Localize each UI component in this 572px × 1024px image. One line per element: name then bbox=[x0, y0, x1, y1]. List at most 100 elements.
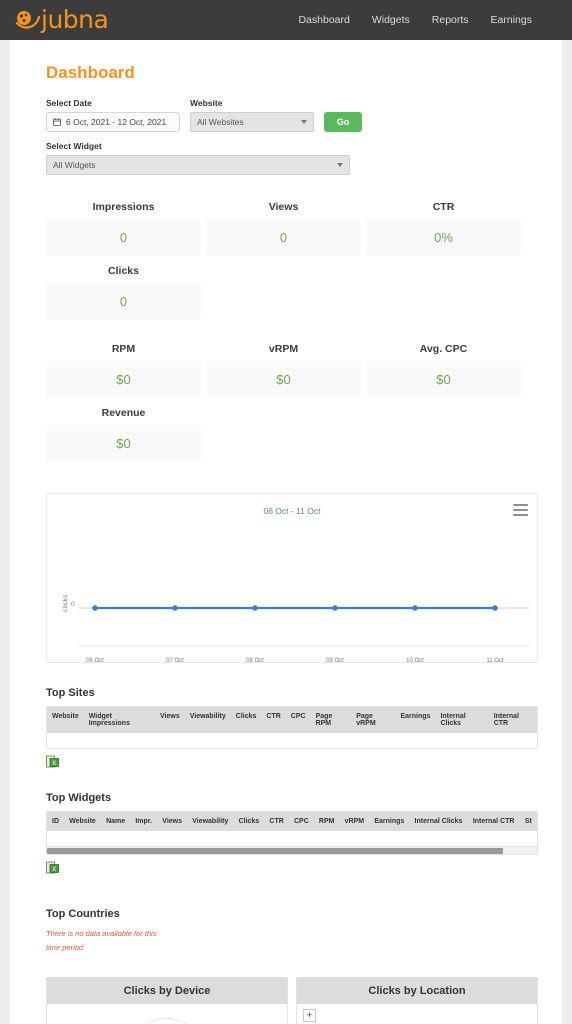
stat-value: $0 bbox=[46, 361, 201, 398]
website-select-value: All Websites bbox=[197, 117, 244, 127]
column-header[interactable]: Name bbox=[101, 812, 131, 831]
column-header[interactable]: Viewability bbox=[187, 812, 234, 831]
widget-select-value: All Widgets bbox=[53, 160, 96, 170]
column-header[interactable]: St bbox=[519, 812, 537, 831]
column-header[interactable]: CTR bbox=[264, 812, 289, 831]
table-row bbox=[47, 733, 537, 748]
stat-clicks: Clicks 0 bbox=[46, 265, 201, 329]
column-header[interactable]: Earnings bbox=[369, 812, 410, 831]
excel-export-icon[interactable]: X bbox=[46, 861, 59, 874]
stat-value: 0 bbox=[46, 283, 201, 320]
top-widgets-table: ID Website Name Impr. Views Viewability Clicks… bbox=[47, 812, 537, 846]
chart-x-tick: 06 Oct bbox=[86, 658, 104, 664]
column-header[interactable]: Impr. bbox=[130, 812, 158, 831]
top-countries-title: Top Countries bbox=[46, 908, 120, 920]
logo-text: jubna bbox=[41, 5, 109, 34]
scrollbar-thumb[interactable] bbox=[47, 848, 503, 854]
column-header[interactable]: Internal CTR bbox=[488, 707, 537, 733]
stat-value: 0% bbox=[366, 219, 521, 256]
stat-ctr: CTR 0% bbox=[366, 201, 521, 265]
logo[interactable]: jubna bbox=[14, 0, 109, 40]
chart-x-tick: 10 Oct bbox=[406, 658, 424, 664]
chart-x-tick: 09 Oct bbox=[326, 658, 344, 664]
column-header[interactable]: Internal Clicks bbox=[409, 812, 468, 831]
top-widgets-table-wrap: ID Website Name Impr. Views Viewability Clicks… bbox=[46, 811, 538, 855]
column-header[interactable]: Page RPM bbox=[310, 707, 352, 733]
chart-x-tick: 08 Oct bbox=[246, 658, 264, 664]
column-header[interactable]: Internal CTR bbox=[467, 812, 520, 831]
column-header[interactable]: Website bbox=[47, 707, 84, 733]
column-header[interactable]: CPC bbox=[288, 812, 314, 831]
top-sites-table-wrap: Website Widget Impressions Views Viewabilit… bbox=[46, 706, 538, 749]
column-header[interactable]: vRPM bbox=[339, 812, 370, 831]
column-header[interactable]: RPM bbox=[313, 812, 340, 831]
column-header[interactable]: Clicks bbox=[230, 707, 262, 733]
column-header[interactable]: Page vRPM bbox=[351, 707, 396, 733]
nav-link-reports[interactable]: Reports bbox=[432, 14, 469, 26]
panel-title: Clicks by Location bbox=[297, 977, 537, 1004]
stat-value: $0 bbox=[206, 361, 361, 398]
column-header[interactable]: Viewability bbox=[184, 707, 231, 733]
panel-body bbox=[47, 1004, 287, 1024]
nav-link-dashboard[interactable]: Dashboard bbox=[298, 14, 349, 26]
nav-link-earnings[interactable]: Earnings bbox=[491, 14, 532, 26]
stat-views: Views 0 bbox=[206, 201, 361, 265]
website-filter-group: Website All Websites bbox=[190, 98, 314, 132]
bottom-panels: Clicks by Device Clicks by Location + bbox=[46, 976, 538, 1024]
stat-value: $0 bbox=[366, 361, 521, 398]
column-header[interactable]: ID bbox=[47, 812, 65, 831]
calendar-icon bbox=[53, 118, 61, 126]
table-header-row: ID Website Name Impr. Views Viewability Clicks… bbox=[47, 812, 537, 831]
panel-body: + bbox=[297, 1004, 537, 1024]
column-header[interactable]: Earnings bbox=[395, 707, 436, 733]
top-countries-empty-message: There is no data available for this time… bbox=[46, 929, 157, 952]
column-header[interactable]: Clicks bbox=[233, 812, 265, 831]
page-title: Dashboard bbox=[46, 63, 135, 82]
table-row bbox=[47, 831, 537, 846]
clicks-chart-card: 06 Oct - 11 Oct clicks 0 06 Oct 07 Oct 08 … bbox=[46, 493, 538, 664]
stat-revenue: Revenue $0 bbox=[46, 407, 201, 471]
primary-stats: Impressions 0 Views 0 CTR 0% Clicks 0 bbox=[10, 175, 562, 329]
column-header[interactable]: Website bbox=[64, 812, 102, 831]
stat-value: $0 bbox=[46, 425, 201, 462]
chevron-down-icon bbox=[337, 163, 343, 167]
column-header[interactable]: Views bbox=[155, 707, 185, 733]
filter-bar: Select Date 6 Oct, 2021 - 12 Oct, 2021 W… bbox=[10, 83, 562, 175]
stat-label: RPM bbox=[111, 343, 136, 355]
hamburger-menu-icon[interactable] bbox=[513, 504, 528, 516]
select-widget-label: Select Widget bbox=[46, 141, 102, 151]
date-range-input[interactable]: 6 Oct, 2021 - 12 Oct, 2021 bbox=[46, 112, 180, 132]
top-sites-title: Top Sites bbox=[46, 687, 95, 699]
stat-label: Impressions bbox=[92, 201, 155, 213]
date-filter-group: Select Date 6 Oct, 2021 - 12 Oct, 2021 bbox=[46, 98, 180, 132]
top-navbar: jubna Dashboard Widgets Reports Earnings bbox=[0, 0, 572, 40]
top-widgets-title: Top Widgets bbox=[46, 792, 112, 804]
chart-plot: clicks 0 06 Oct 07 Oct 08 Oct 09 Oct 10 Oct 1… bbox=[47, 516, 537, 664]
secondary-stats: RPM $0 vRPM $0 Avg. CPC $0 Revenue $0 bbox=[10, 329, 562, 471]
widget-select[interactable]: All Widgets bbox=[46, 155, 350, 175]
horizontal-scrollbar[interactable] bbox=[47, 846, 537, 854]
top-sites-table: Website Widget Impressions Views Viewabilit… bbox=[47, 707, 537, 748]
svg-text:X: X bbox=[52, 866, 56, 873]
stat-label: Clicks bbox=[108, 265, 139, 277]
map-zoom-in-button[interactable]: + bbox=[303, 1008, 316, 1022]
nav-links: Dashboard Widgets Reports Earnings bbox=[298, 0, 532, 40]
panel-title: Clicks by Device bbox=[47, 977, 287, 1004]
excel-export-icon[interactable]: X bbox=[46, 755, 59, 768]
column-header[interactable]: Widget Impressions bbox=[83, 707, 155, 733]
top-countries-section: Top Countries There is no data available… bbox=[46, 908, 538, 955]
select-date-label: Select Date bbox=[46, 98, 92, 108]
go-button[interactable]: Go bbox=[324, 112, 362, 132]
column-header[interactable]: Internal Clicks bbox=[435, 707, 489, 733]
nav-link-widgets[interactable]: Widgets bbox=[372, 14, 410, 26]
column-header[interactable]: CPC bbox=[285, 707, 311, 733]
chart-y-tick-0: 0 bbox=[71, 601, 75, 608]
stat-value: 0 bbox=[46, 219, 201, 256]
website-select[interactable]: All Websites bbox=[190, 112, 314, 132]
dashboard-page: jubna Dashboard Widgets Reports Earnings… bbox=[0, 0, 572, 1024]
stat-impressions: Impressions 0 bbox=[46, 201, 201, 265]
column-header[interactable]: Views bbox=[157, 812, 188, 831]
clicks-by-device-panel: Clicks by Device bbox=[46, 976, 288, 1024]
column-header[interactable]: CTR bbox=[261, 707, 286, 733]
stat-vrpm: vRPM $0 bbox=[206, 343, 361, 407]
